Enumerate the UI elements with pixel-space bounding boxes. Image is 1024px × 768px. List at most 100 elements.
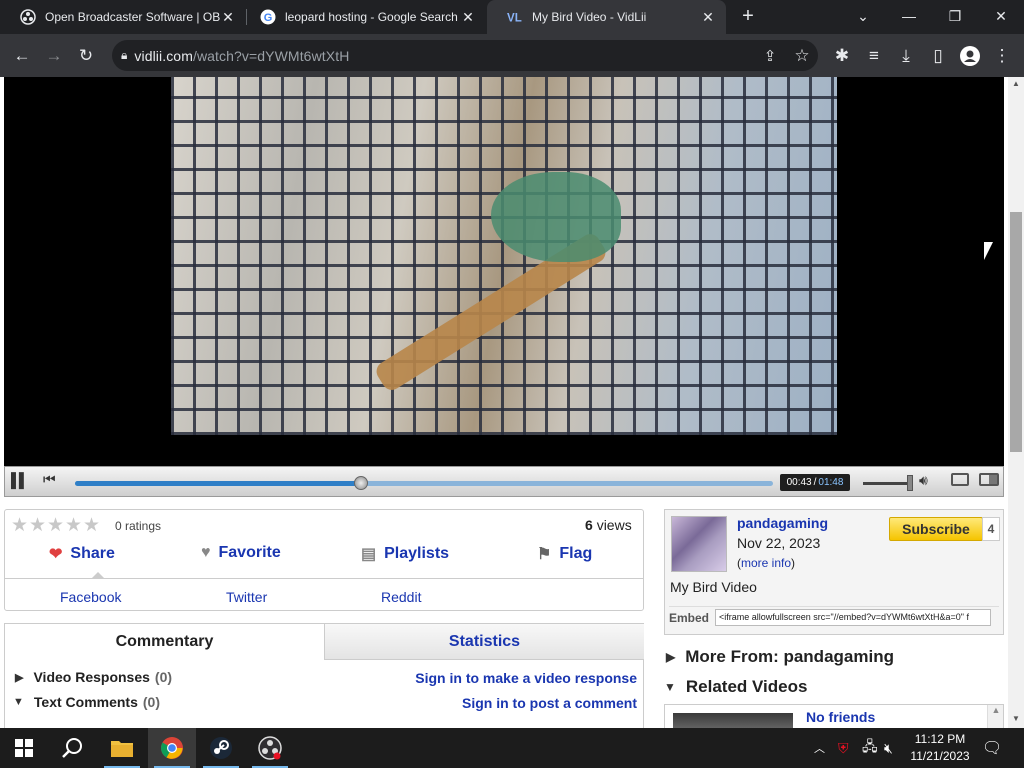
browser-menu-icon[interactable]: ⋮ — [986, 40, 1018, 72]
triangle-down-icon: ▼ — [664, 680, 676, 694]
video-responses-toggle[interactable]: ▶ Video Responses (0) — [15, 669, 172, 685]
tab-search-chevron-icon[interactable]: ⌄ — [840, 0, 886, 32]
volume-handle[interactable] — [907, 475, 913, 491]
subscriber-count: 4 — [982, 517, 1000, 541]
seek-bar[interactable] — [75, 476, 773, 490]
subscribe-button[interactable]: Subscribe — [889, 517, 983, 541]
share-twitter-link[interactable]: Twitter — [226, 589, 267, 605]
address-bar[interactable]: 🔒︎ vidlii.com/watch?v=dYWMt6wtXtH — [112, 40, 818, 71]
system-clock[interactable]: 11:12 PM 11/21/2023 — [900, 731, 980, 765]
text-comments-label: Text Comments — [33, 694, 138, 710]
video-frame[interactable] — [171, 77, 837, 435]
skip-back-icon[interactable]: ⏮︎ — [43, 471, 56, 488]
more-info: (more info) — [737, 556, 796, 570]
duration: 01:48 — [818, 477, 844, 488]
security-shield-icon[interactable]: ⛨ — [838, 728, 849, 768]
player-controls: ▌▌ ⏮︎ 00:43 / 01:48 🔊︎ — [4, 466, 1004, 497]
rating-star-icon[interactable]: ★ — [83, 514, 100, 537]
video-title: My Bird Video — [670, 579, 757, 595]
related-video-thumbnail[interactable] — [673, 713, 793, 728]
volume-muted-icon[interactable]: 🔇︎ — [884, 728, 893, 768]
time-separator: / — [813, 477, 817, 488]
uploader-username-link[interactable]: pandagaming — [737, 515, 828, 531]
clock-time: 11:12 PM — [914, 732, 966, 746]
favorite-button[interactable]: ♥ Favorite — [201, 544, 281, 562]
profile-avatar-icon[interactable] — [954, 40, 986, 72]
share-facebook-link[interactable]: Facebook — [60, 589, 121, 605]
current-time: 00:43 — [786, 477, 812, 488]
windows-start-icon[interactable] — [0, 728, 48, 768]
video-player[interactable] — [4, 77, 1004, 495]
search-icon[interactable] — [48, 728, 96, 768]
seek-handle[interactable] — [354, 476, 369, 490]
forward-icon[interactable]: → — [38, 40, 70, 72]
side-panel-icon[interactable]: ▯ — [922, 40, 954, 72]
reload-icon[interactable]: ↻ — [70, 40, 102, 72]
speaker-icon[interactable]: 🔊︎ — [919, 472, 928, 489]
window-close-icon[interactable]: ✕ — [978, 0, 1024, 32]
related-video-title-link[interactable]: No friends — [806, 709, 875, 725]
tray-overflow-chevron-icon[interactable]: ︿ — [814, 728, 825, 768]
favorite-label: Favorite — [218, 544, 281, 561]
download-icon[interactable]: ⤓ — [890, 40, 922, 72]
notifications-icon[interactable]: 🗨︎ — [982, 728, 1002, 768]
tab-vidlii[interactable]: VL My Bird Video - VidLii ✕ — [487, 0, 726, 34]
flag-button[interactable]: ⚑ Flag — [537, 544, 592, 564]
page-scrollbar[interactable]: ▲ ▼ — [1008, 77, 1024, 728]
media-queue-icon[interactable]: ≡ — [858, 40, 890, 72]
more-from-toggle[interactable]: ▶ More From: pandagaming — [666, 647, 894, 667]
scrollbar-thumb[interactable] — [1010, 212, 1022, 452]
new-tab-button[interactable]: + — [726, 0, 770, 32]
scroll-down-icon[interactable]: ▼ — [1008, 712, 1024, 726]
sign-in-video-response-link[interactable]: Sign in to make a video response — [415, 670, 637, 686]
obs-icon — [20, 9, 36, 25]
lock-icon: 🔒︎ — [121, 48, 128, 62]
tab-statistics[interactable]: Statistics — [324, 624, 644, 660]
video-responses-count: (0) — [154, 669, 173, 685]
tab-commentary[interactable]: Commentary — [5, 624, 324, 660]
svg-text:VL: VL — [507, 12, 522, 24]
embed-row: Embed <iframe allowfullscreen src="//emb… — [669, 606, 999, 628]
tab-obs[interactable]: Open Broadcaster Software | OB ✕ — [0, 0, 246, 34]
seek-progress — [75, 481, 362, 486]
rating-star-icon[interactable]: ★ — [29, 514, 46, 537]
network-icon[interactable]: 🖧︎ — [862, 728, 878, 768]
rating-star-icon[interactable]: ★ — [11, 514, 28, 537]
share-reddit-link[interactable]: Reddit — [381, 589, 421, 605]
view-count: 6 views — [585, 517, 632, 533]
chrome-icon[interactable] — [148, 728, 196, 768]
scroll-up-icon[interactable]: ▲ — [1008, 77, 1024, 91]
google-icon: G — [260, 9, 276, 25]
close-icon[interactable]: ✕ — [460, 9, 476, 26]
extensions-icon[interactable]: ✱ — [826, 40, 858, 72]
volume-slider[interactable] — [863, 482, 909, 485]
theater-mode-icon[interactable] — [951, 473, 969, 486]
embed-code-field[interactable]: <iframe allowfullscreen src="//embed?v=d… — [715, 609, 992, 626]
pause-icon[interactable]: ▌▌ — [11, 472, 29, 488]
fullscreen-icon[interactable] — [979, 473, 999, 486]
playlists-button[interactable]: ▤ Playlists — [361, 544, 449, 564]
obs-taskbar-icon[interactable] — [246, 728, 294, 768]
related-videos-toggle[interactable]: ▼ Related Videos — [664, 677, 807, 697]
tab-google-search[interactable]: G leopard hosting - Google Search ✕ — [240, 0, 486, 34]
uploader-avatar[interactable] — [671, 516, 727, 572]
share-button[interactable]: ❤︎ Share — [49, 544, 115, 564]
rating-star-icon[interactable]: ★ — [47, 514, 64, 537]
related-list-scrollbar[interactable]: ▲ — [987, 705, 1003, 728]
file-explorer-icon[interactable] — [98, 728, 146, 768]
embed-label: Embed — [669, 610, 710, 625]
bookmark-star-icon[interactable]: ☆ — [786, 40, 818, 72]
text-comments-toggle[interactable]: ▼ Text Comments (0) — [13, 694, 160, 710]
steam-icon[interactable] — [197, 728, 245, 768]
close-icon[interactable]: ✕ — [700, 9, 716, 26]
more-info-link[interactable]: more info — [741, 556, 791, 570]
close-icon[interactable]: ✕ — [220, 9, 236, 26]
back-icon[interactable]: ← — [6, 40, 38, 72]
commentary-box: Commentary Statistics ▶ Video Responses … — [4, 623, 644, 728]
sign-in-comment-link[interactable]: Sign in to post a comment — [462, 695, 637, 711]
flag-label: Flag — [559, 545, 593, 562]
share-page-icon[interactable]: ⇪ — [754, 40, 786, 72]
restore-icon[interactable]: ❐ — [932, 0, 978, 32]
minimize-icon[interactable]: — — [886, 0, 932, 32]
rating-star-icon[interactable]: ★ — [65, 514, 82, 537]
